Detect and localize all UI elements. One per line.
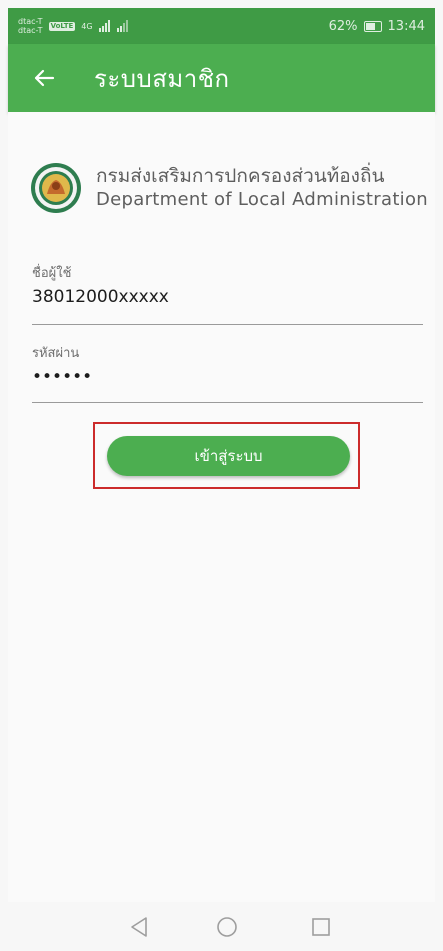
nav-back-button[interactable] — [126, 914, 152, 940]
password-label: รหัสผ่าน — [32, 346, 80, 361]
organization-name-th: กรมส่งเสริมการปกครองส่วนท้องถิ่น — [96, 165, 385, 187]
network-type: 4G — [81, 21, 93, 31]
login-button[interactable]: เข้าสู่ระบบ — [107, 436, 350, 476]
carrier-2: dtac-T — [18, 26, 43, 35]
username-label: ชื่อผู้ใช้ — [32, 266, 72, 281]
status-right: 62% 13:44 — [329, 19, 425, 34]
app-bar: ระบบสมาชิก — [8, 44, 435, 112]
system-nav-bar — [8, 902, 435, 951]
circle-home-icon — [217, 917, 237, 937]
clock: 13:44 — [387, 18, 425, 34]
arrow-left-icon — [34, 69, 55, 87]
nav-home-button[interactable] — [214, 914, 240, 940]
page-title: ระบบสมาชิก — [94, 64, 230, 93]
dla-emblem-icon — [31, 163, 81, 213]
login-form-container: กรมส่งเสริมการปกครองส่วนท้องถิ่น Departm… — [8, 112, 435, 902]
username-field[interactable]: ชื่อผู้ใช้ 38012000xxxxx — [32, 262, 423, 325]
triangle-back-icon — [131, 917, 147, 937]
carrier-1: dtac-T — [18, 17, 43, 26]
login-highlight-box: เข้าสู่ระบบ — [93, 422, 360, 489]
password-field[interactable]: รหัสผ่าน •••••• — [32, 342, 423, 403]
organization-header: กรมส่งเสริมการปกครองส่วนท้องถิ่น Departm… — [30, 162, 428, 214]
battery-icon — [363, 20, 382, 32]
username-input[interactable]: 38012000xxxxx — [32, 287, 423, 307]
battery-percent: 62% — [328, 18, 358, 34]
organization-name-en: Department of Local Administration — [96, 189, 429, 210]
back-button[interactable] — [20, 54, 68, 102]
square-recents-icon — [312, 918, 330, 936]
carrier-info: dtac-T dtac-T VoLTE 4G — [18, 17, 131, 35]
status-bar: dtac-T dtac-T VoLTE 4G 62% 13:44 — [8, 8, 435, 44]
nav-recents-button[interactable] — [308, 914, 334, 940]
password-input[interactable]: •••••• — [32, 367, 423, 387]
signal-icon — [98, 20, 128, 32]
volte-badge: VoLTE — [48, 21, 76, 31]
